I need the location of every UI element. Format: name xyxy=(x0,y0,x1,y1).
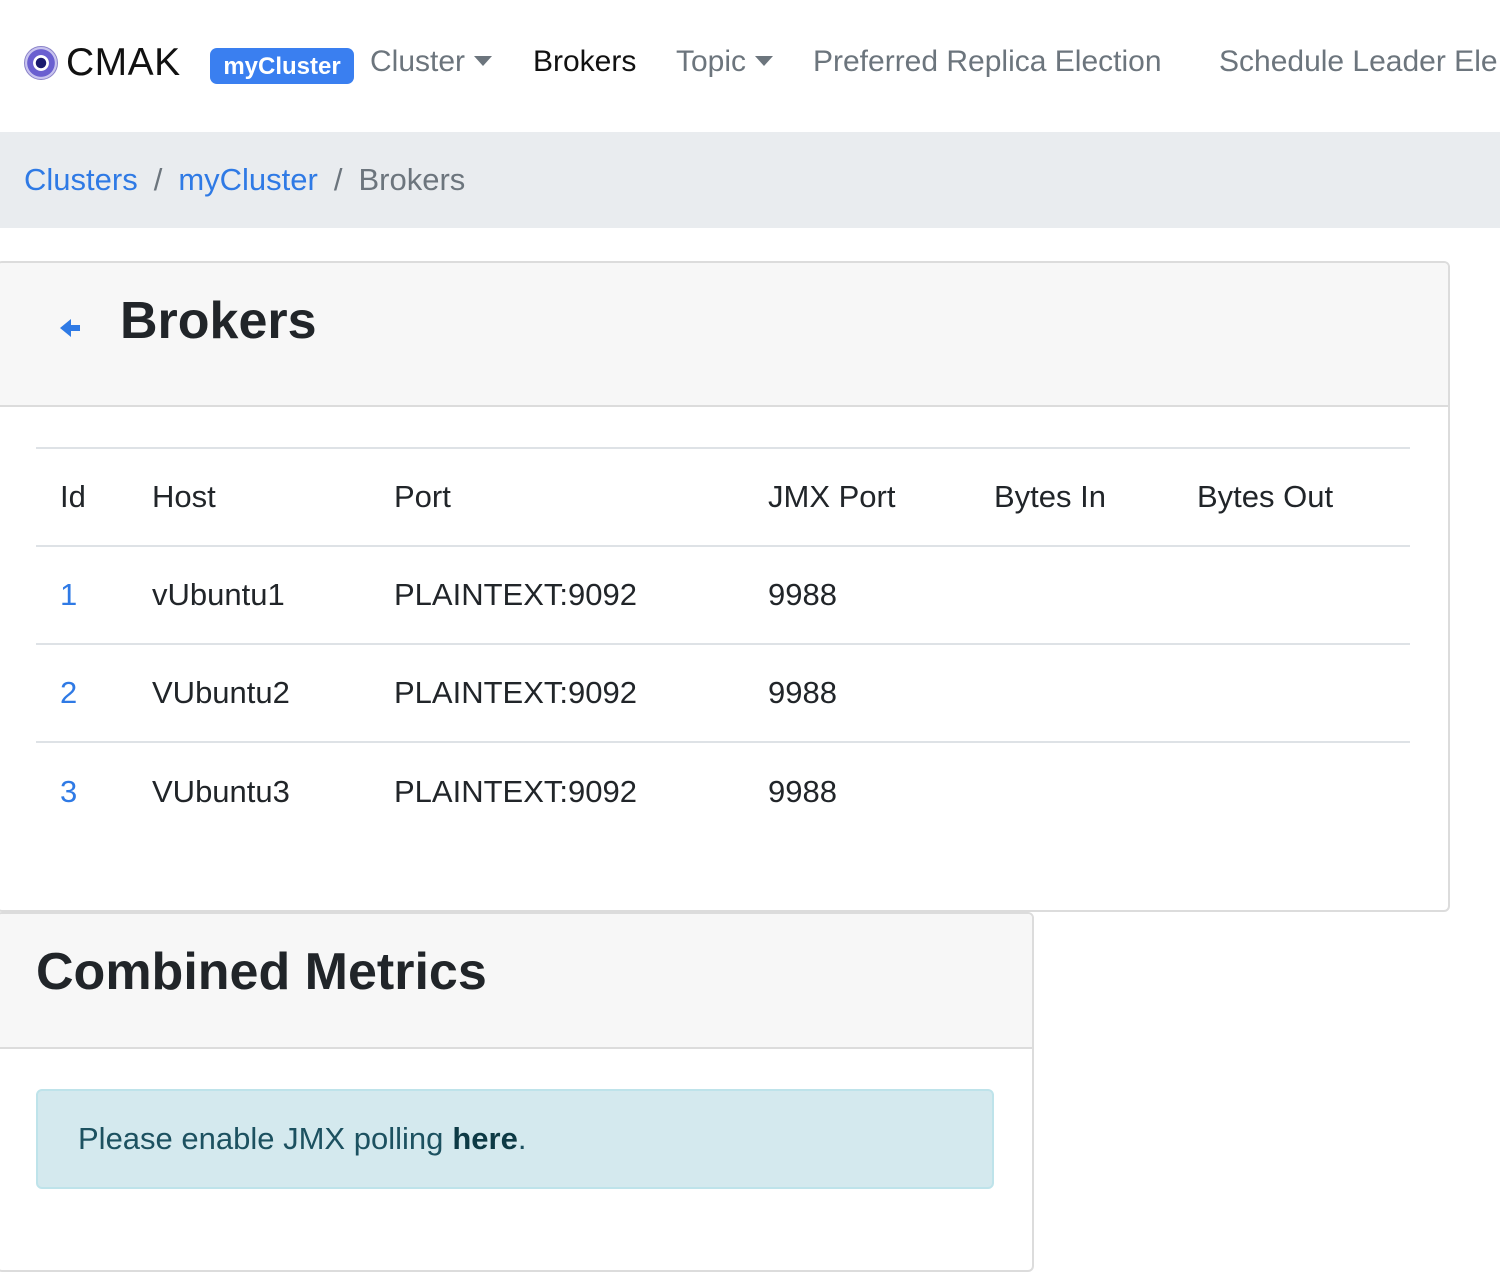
cell-host: VUbuntu2 xyxy=(128,643,370,742)
alert-suffix: . xyxy=(517,1121,527,1156)
brokers-table: Id Host Port JMX Port Bytes In Bytes Out… xyxy=(36,447,1410,840)
combined-metrics-card: Combined Metrics Please enable JMX polli… xyxy=(0,912,1034,1272)
column-header-jmx-port: JMX Port xyxy=(744,447,970,547)
caret-down-icon xyxy=(474,56,493,66)
cell-bytes-in xyxy=(970,643,1173,742)
table-header-row: Id Host Port JMX Port Bytes In Bytes Out xyxy=(36,447,1410,547)
brand-name: CMAK xyxy=(66,41,181,84)
cell-port: PLAINTEXT:9092 xyxy=(370,545,744,644)
breadcrumb-separator: / xyxy=(333,162,343,197)
column-header-bytes-out: Bytes Out xyxy=(1173,447,1410,547)
column-header-port: Port xyxy=(370,447,744,547)
breadcrumb-mycluster[interactable]: myCluster xyxy=(178,162,318,198)
brokers-title: Brokers xyxy=(120,292,317,350)
cell-host: vUbuntu1 xyxy=(128,545,370,644)
broker-id-link[interactable]: 1 xyxy=(60,577,77,612)
nav-cluster-dropdown[interactable]: Cluster xyxy=(370,40,493,84)
cell-host: VUbuntu3 xyxy=(128,741,370,840)
brokers-card-header: Brokers xyxy=(0,263,1448,407)
broker-id-link[interactable]: 2 xyxy=(60,675,77,710)
column-header-bytes-in: Bytes In xyxy=(970,447,1173,547)
breadcrumb-clusters[interactable]: Clusters xyxy=(24,162,138,198)
table-row: 2 VUbuntu2 PLAINTEXT:9092 9988 xyxy=(36,643,1410,742)
combined-metrics-title: Combined Metrics xyxy=(36,943,487,1001)
enable-jmx-link[interactable]: here xyxy=(452,1121,517,1157)
cell-port: PLAINTEXT:9092 xyxy=(370,741,744,840)
alert-text: Please enable JMX polling xyxy=(78,1121,444,1156)
breadcrumb-separator: / xyxy=(153,162,163,197)
cell-id: 3 xyxy=(36,741,128,840)
cell-id: 2 xyxy=(36,643,128,742)
cell-port: PLAINTEXT:9092 xyxy=(370,643,744,742)
cell-bytes-out xyxy=(1173,741,1410,840)
cell-bytes-out xyxy=(1173,643,1410,742)
column-header-host: Host xyxy=(128,447,370,547)
combined-metrics-header: Combined Metrics xyxy=(0,914,1032,1049)
arrow-left-icon[interactable] xyxy=(60,317,82,339)
cell-bytes-in xyxy=(970,545,1173,644)
cell-jmx-port: 9988 xyxy=(744,741,970,840)
brokers-card: Brokers Id Host Port JMX Port Bytes In B… xyxy=(0,261,1450,912)
nav-cluster-label: Cluster xyxy=(370,45,466,78)
cell-jmx-port: 9988 xyxy=(744,545,970,644)
cell-jmx-port: 9988 xyxy=(744,643,970,742)
breadcrumb-current: Brokers xyxy=(358,162,466,197)
table-row: 3 VUbuntu3 PLAINTEXT:9092 9988 xyxy=(36,741,1410,840)
cell-bytes-out xyxy=(1173,545,1410,644)
nav-topic-dropdown[interactable]: Topic xyxy=(676,40,774,84)
broker-id-link[interactable]: 3 xyxy=(60,774,77,809)
table-row: 1 vUbuntu1 PLAINTEXT:9092 9988 xyxy=(36,545,1410,644)
column-header-id: Id xyxy=(36,447,128,547)
brand[interactable]: CMAK xyxy=(24,40,181,86)
cell-bytes-in xyxy=(970,741,1173,840)
cmak-logo-icon xyxy=(24,46,58,80)
caret-down-icon xyxy=(755,56,774,66)
breadcrumb: Clusters / myCluster / Brokers xyxy=(0,132,1500,228)
nav-topic-label: Topic xyxy=(676,45,747,78)
top-navbar: CMAK myCluster Cluster Brokers Topic Pre… xyxy=(0,0,1500,132)
jmx-polling-alert: Please enable JMX polling here. xyxy=(36,1089,994,1189)
nav-schedule-leader-election[interactable]: Schedule Leader Ele xyxy=(1219,40,1498,84)
nav-brokers[interactable]: Brokers xyxy=(533,40,636,84)
cluster-badge[interactable]: myCluster xyxy=(210,48,354,84)
nav-preferred-replica-election[interactable]: Preferred Replica Election xyxy=(813,40,1162,84)
cell-id: 1 xyxy=(36,545,128,644)
